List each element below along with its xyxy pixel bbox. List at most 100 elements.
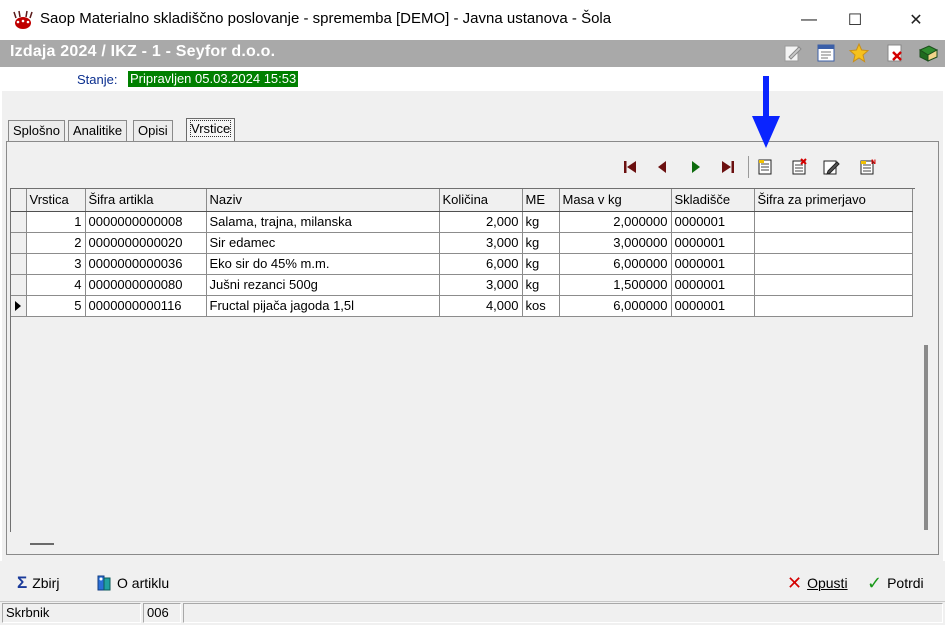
cell-masa[interactable]: 3,000000 [559,232,672,254]
window-title: Saop Materialno skladiščno poslovanje - … [40,10,612,27]
cell-me[interactable]: kg [522,211,560,233]
cell-kolicina[interactable]: 3,000 [439,274,523,296]
cell-skladisce[interactable]: 0000001 [671,232,755,254]
table-row[interactable]: 4 0000000000080 Jušni rezanci 500g 3,000… [11,274,913,296]
current-row-pointer-icon [15,300,21,311]
previous-record-icon[interactable] [652,157,672,177]
document-title: Izdaja 2024 / IKZ - 1 - Seyfor d.o.o. [10,43,276,60]
cell-me[interactable]: kg [522,253,560,275]
cell-kolicina[interactable]: 2,000 [439,211,523,233]
cell-naziv[interactable]: Fructal pijača jagoda 1,5l [206,295,440,317]
cell-skladisce[interactable]: 0000001 [671,253,755,275]
tab-analitike[interactable]: Analitike [68,120,128,142]
cell-me[interactable]: kg [522,232,560,254]
row-indicator[interactable] [11,253,27,275]
cell-masa[interactable]: 1,500000 [559,274,672,296]
edit-icon[interactable] [782,42,804,64]
last-record-icon[interactable] [718,157,738,177]
cell-me[interactable]: kg [522,274,560,296]
cell-me[interactable]: kos [522,295,560,317]
cell-sifra-artikla[interactable]: 0000000000116 [85,295,207,317]
insert-row-icon[interactable] [755,157,775,177]
cell-masa[interactable]: 2,000000 [559,211,672,233]
next-record-icon[interactable] [686,157,706,177]
table-row-current[interactable]: 5 0000000000116 Fructal pijača jagoda 1,… [11,295,913,317]
report-icon[interactable] [815,42,837,64]
cell-sifra-primerjavo[interactable] [754,295,913,317]
app-logo-icon [13,10,33,29]
cell-skladisce[interactable]: 0000001 [671,274,755,296]
cell-naziv[interactable]: Jušni rezanci 500g [206,274,440,296]
cell-kolicina[interactable]: 6,000 [439,253,523,275]
o-artiklu-label: O artiklu [117,575,170,591]
column-header[interactable]: Masa v kg [559,189,672,212]
table-row[interactable]: 2 0000000000020 Sir edamec 3,000 kg 3,00… [11,232,913,254]
svg-text:N: N [871,159,876,166]
row-indicator[interactable] [11,211,27,233]
column-header[interactable]: Skladišče [671,189,755,212]
column-header[interactable]: Naziv [206,189,440,212]
cell-sifra-artikla[interactable]: 0000000000020 [85,232,207,254]
cell-sifra-primerjavo[interactable] [754,232,913,254]
cell-sifra-artikla[interactable]: 0000000000036 [85,253,207,275]
row-indicator[interactable] [11,274,27,296]
tab-opisi[interactable]: Opisi [133,120,173,142]
tab-label: Opisi [138,123,168,138]
first-record-icon[interactable] [620,157,640,177]
o-artiklu-button[interactable]: O artiklu [96,572,169,594]
column-header[interactable]: Šifra za primerjavo [754,189,913,212]
cell-kolicina[interactable]: 3,000 [439,232,523,254]
horizontal-scrollbar[interactable] [30,543,54,545]
row-indicator[interactable] [11,232,27,254]
column-header[interactable]: ME [522,189,560,212]
sigma-icon: Σ [17,573,28,592]
cell-vrstica[interactable]: 2 [26,232,86,254]
cell-kolicina[interactable]: 4,000 [439,295,523,317]
cell-sifra-artikla[interactable]: 0000000000080 [85,274,207,296]
tab-vrstice[interactable]: Vrstice [186,118,236,142]
cell-naziv[interactable]: Sir edamec [206,232,440,254]
table-row[interactable]: 3 0000000000036 Eko sir do 45% m.m. 6,00… [11,253,913,275]
delete-row-icon[interactable] [789,157,809,177]
potrdi-button[interactable]: ✓ Potrdi [867,572,924,594]
cell-skladisce[interactable]: 0000001 [671,295,755,317]
delete-document-icon[interactable] [884,42,906,64]
cell-vrstica[interactable]: 3 [26,253,86,275]
cell-sifra-artikla[interactable]: 0000000000008 [85,211,207,233]
cell-sifra-primerjavo[interactable] [754,211,913,233]
potrdi-label: Potrdi [887,575,924,591]
status-label: Stanje: [77,72,118,87]
cell-naziv[interactable]: Salama, trajna, milanska [206,211,440,233]
tab-label: Splošno [13,123,60,138]
edit-row-icon[interactable] [821,157,841,177]
cell-vrstica[interactable]: 5 [26,295,86,317]
column-header[interactable]: Količina [439,189,523,212]
current-row-indicator[interactable] [11,295,27,317]
column-header[interactable]: Vrstica [26,189,86,212]
items-table: Vrstica Šifra artikla Naziv Količina ME … [11,189,913,317]
close-button[interactable]: ✕ [893,0,939,40]
status-value: Pripravljen 05.03.2024 15:53 [128,71,299,87]
opusti-button[interactable]: ✕ Opusti [787,572,848,594]
tab-splosno[interactable]: Splošno [8,120,65,142]
new-row-icon[interactable]: N [857,157,877,177]
cell-masa[interactable]: 6,000000 [559,295,672,317]
cell-naziv[interactable]: Eko sir do 45% m.m. [206,253,440,275]
cancel-x-icon: ✕ [787,572,803,593]
table-row[interactable]: 1 0000000000008 Salama, trajna, milanska… [11,211,913,233]
cell-masa[interactable]: 6,000000 [559,253,672,275]
cell-sifra-primerjavo[interactable] [754,253,913,275]
maximize-button[interactable]: ☐ [832,0,878,40]
cell-skladisce[interactable]: 0000001 [671,211,755,233]
cell-vrstica[interactable]: 4 [26,274,86,296]
statusbar-extra [183,603,943,623]
vertical-scrollbar[interactable] [924,345,928,530]
cell-vrstica[interactable]: 1 [26,211,86,233]
favorite-star-icon[interactable] [848,42,870,64]
confirm-check-icon: ✓ [867,572,883,593]
zbiri-button[interactable]: Σ Zbirj [17,572,59,594]
book-icon[interactable] [917,42,939,64]
column-header[interactable]: Šifra artikla [85,189,207,212]
minimize-button[interactable]: — [786,0,832,40]
cell-sifra-primerjavo[interactable] [754,274,913,296]
